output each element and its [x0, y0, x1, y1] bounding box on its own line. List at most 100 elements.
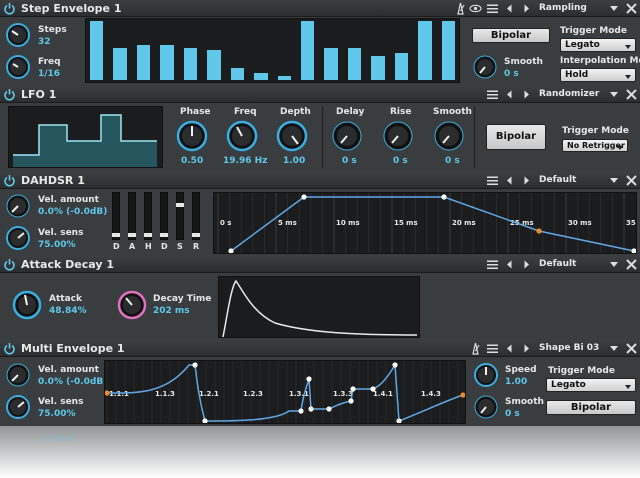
- power-icon[interactable]: [3, 88, 16, 101]
- preset-dropdown-icon[interactable]: [610, 6, 618, 11]
- step-bar[interactable]: [160, 45, 174, 80]
- close-icon[interactable]: [625, 258, 638, 271]
- step-bar[interactable]: [441, 21, 455, 80]
- step-sequence-display[interactable]: [85, 18, 460, 83]
- preset-name[interactable]: Randomizer: [539, 87, 599, 102]
- envelope-slider[interactable]: [160, 192, 168, 240]
- next-preset-icon[interactable]: [520, 174, 533, 187]
- menu-icon[interactable]: [486, 88, 499, 101]
- step-bar[interactable]: [418, 21, 432, 80]
- preset-dropdown-icon[interactable]: [610, 178, 618, 183]
- step-bar[interactable]: [394, 53, 409, 80]
- preset-dropdown-icon[interactable]: [610, 262, 618, 267]
- trigger-mode-dropdown[interactable]: No Retrigger: [562, 139, 628, 152]
- envelope-node[interactable]: [631, 248, 636, 253]
- envelope-node[interactable]: [441, 194, 447, 200]
- envelope-node[interactable]: [370, 386, 376, 392]
- phase-knob[interactable]: [176, 120, 208, 152]
- next-preset-icon[interactable]: [520, 342, 533, 355]
- envelope-node[interactable]: [202, 418, 208, 423]
- envelope-slider[interactable]: [176, 192, 184, 240]
- menu-icon[interactable]: [486, 258, 499, 271]
- step-bar[interactable]: [113, 48, 127, 80]
- step-bar[interactable]: [324, 48, 338, 80]
- envelope-node[interactable]: [192, 362, 198, 368]
- close-icon[interactable]: [625, 2, 638, 15]
- freq-knob[interactable]: [5, 54, 31, 80]
- rise-knob[interactable]: [382, 120, 414, 152]
- decay-time-knob[interactable]: [117, 290, 147, 320]
- attack-decay-envelope-display[interactable]: [218, 276, 420, 338]
- envelope-slider[interactable]: [128, 192, 136, 240]
- step-bar[interactable]: [207, 50, 221, 80]
- envelope-node[interactable]: [536, 228, 542, 234]
- smooth-knob[interactable]: [472, 54, 498, 80]
- interp-mode-dropdown[interactable]: Hold: [560, 68, 636, 82]
- slider-thumb[interactable]: [112, 233, 120, 237]
- next-preset-icon[interactable]: [520, 88, 533, 101]
- menu-icon[interactable]: [486, 342, 499, 355]
- envelope-node[interactable]: [392, 362, 398, 368]
- metronome-icon[interactable]: [454, 2, 467, 15]
- envelope-node[interactable]: [298, 408, 304, 414]
- envelope-node[interactable]: [306, 376, 312, 382]
- step-bar[interactable]: [90, 21, 104, 80]
- close-icon[interactable]: [625, 342, 638, 355]
- envelope-slider[interactable]: [112, 192, 120, 240]
- envelope-node[interactable]: [350, 386, 356, 392]
- menu-icon[interactable]: [486, 2, 499, 15]
- preset-name[interactable]: Default: [539, 257, 576, 272]
- step-bar[interactable]: [300, 21, 315, 80]
- step-bar[interactable]: [371, 56, 385, 80]
- envelope-node[interactable]: [348, 398, 354, 404]
- prev-preset-icon[interactable]: [503, 342, 516, 355]
- slider-thumb[interactable]: [160, 233, 168, 237]
- trigger-mode-dropdown[interactable]: Legato: [546, 378, 636, 392]
- slider-thumb[interactable]: [128, 233, 136, 237]
- step-bar[interactable]: [254, 73, 268, 80]
- attack-knob[interactable]: [12, 290, 42, 320]
- prev-preset-icon[interactable]: [503, 258, 516, 271]
- depth-knob[interactable]: [276, 120, 308, 152]
- delay-knob[interactable]: [331, 120, 363, 152]
- close-icon[interactable]: [625, 174, 638, 187]
- close-icon[interactable]: [625, 88, 638, 101]
- step-bar[interactable]: [136, 45, 151, 80]
- bipolar-button[interactable]: Bipolar: [546, 400, 636, 415]
- next-preset-icon[interactable]: [520, 2, 533, 15]
- eye-icon[interactable]: [469, 2, 482, 15]
- preset-name[interactable]: Default: [539, 173, 576, 188]
- envelope-node[interactable]: [396, 418, 402, 423]
- menu-icon[interactable]: [486, 174, 499, 187]
- next-preset-icon[interactable]: [520, 258, 533, 271]
- power-icon[interactable]: [3, 342, 16, 355]
- freq-knob[interactable]: [226, 120, 258, 152]
- trigger-mode-dropdown[interactable]: Legato: [560, 38, 636, 52]
- slider-thumb[interactable]: [192, 233, 200, 237]
- step-bar[interactable]: [230, 68, 245, 80]
- envelope-slider[interactable]: [192, 192, 200, 240]
- envelope-slider[interactable]: [144, 192, 152, 240]
- bipolar-button[interactable]: Bipolar: [486, 124, 546, 150]
- slider-thumb[interactable]: [176, 203, 184, 207]
- prev-preset-icon[interactable]: [503, 88, 516, 101]
- envelope-node[interactable]: [228, 248, 234, 253]
- slider-thumb[interactable]: [144, 233, 152, 237]
- smooth-knob[interactable]: [473, 394, 499, 420]
- vel-sens-knob[interactable]: [5, 394, 31, 420]
- power-icon[interactable]: [3, 174, 16, 187]
- envelope-node[interactable]: [460, 392, 465, 398]
- power-icon[interactable]: [3, 2, 16, 15]
- dahdsr-envelope-display[interactable]: 0 s 5 ms 10 ms 15 ms 20 ms 25 ms 30 ms 35 ms: [213, 192, 637, 254]
- speed-knob[interactable]: [473, 362, 499, 388]
- preset-dropdown-icon[interactable]: [610, 92, 618, 97]
- envelope-node[interactable]: [301, 194, 307, 200]
- power-icon[interactable]: [3, 258, 16, 271]
- multi-envelope-display[interactable]: 1.1.1 1.1.3 1.2.1 1.2.3 1.3.1 1.3.3 1.4.1 1.4.3: [104, 360, 466, 424]
- envelope-node[interactable]: [326, 406, 332, 412]
- prev-preset-icon[interactable]: [503, 174, 516, 187]
- envelope-node[interactable]: [308, 406, 314, 412]
- preset-name[interactable]: Rampling: [539, 1, 587, 16]
- vel-amount-knob[interactable]: [5, 193, 31, 219]
- vel-sens-knob[interactable]: [5, 225, 31, 251]
